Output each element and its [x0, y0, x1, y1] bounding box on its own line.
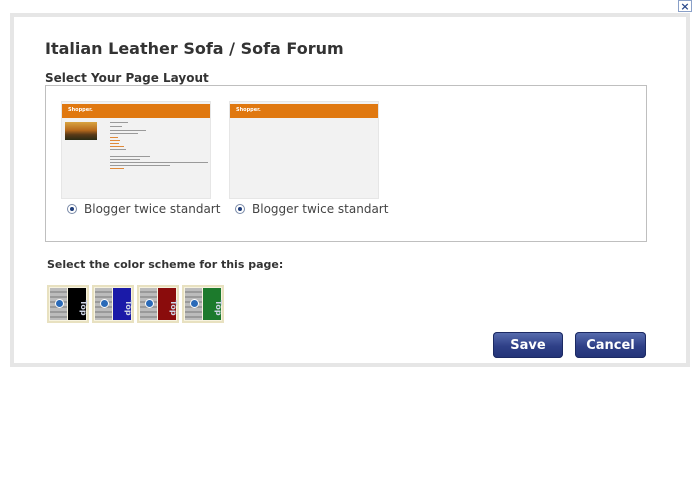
- swatch-circle-icon: [145, 299, 154, 308]
- swatch-tab-text: Top: [79, 300, 88, 316]
- page-title: Italian Leather Sofa / Sofa Forum: [45, 39, 344, 58]
- thumbnail-text-line: [110, 133, 138, 134]
- swatch-pattern: [140, 288, 157, 320]
- close-button[interactable]: ×: [678, 0, 692, 12]
- layout-radio-2[interactable]: [235, 204, 245, 214]
- thumbnail-link-line: [110, 137, 118, 138]
- color-scheme-blue[interactable]: Top: [92, 285, 134, 323]
- swatch-circle-icon: [100, 299, 109, 308]
- swatch-color: Top: [113, 288, 133, 320]
- swatch-circle-icon: [55, 299, 64, 308]
- layout-heading: Select Your Page Layout: [45, 71, 209, 85]
- swatch-tab-text: Top: [124, 300, 133, 316]
- swatch-color: Top: [68, 288, 88, 320]
- thumbnail-link-line: [110, 143, 119, 144]
- color-scheme-black[interactable]: Top: [47, 285, 89, 323]
- thumbnail-logo: Shopper.: [236, 107, 261, 113]
- layout-thumbnail-2[interactable]: Shopper.: [229, 101, 379, 199]
- layout-radio-row-2[interactable]: Blogger twice standart: [235, 202, 388, 216]
- color-scheme-red[interactable]: Top: [137, 285, 179, 323]
- swatch-color: Top: [203, 288, 223, 320]
- thumbnail-text-line: [110, 165, 170, 166]
- swatch-tab-text: Top: [214, 300, 223, 316]
- thumbnail-link-line: [110, 168, 124, 169]
- color-scheme-heading: Select the color scheme for this page:: [47, 258, 284, 271]
- thumbnail-text-line: [110, 130, 146, 131]
- swatch-circle-icon: [190, 299, 199, 308]
- thumbnail-text-line: [110, 122, 128, 123]
- layout-radio-row-1[interactable]: Blogger twice standart: [67, 202, 220, 216]
- thumbnail-header-bar: Shopper.: [230, 104, 378, 118]
- thumbnail-text-line: [110, 162, 208, 163]
- swatch-pattern: [50, 288, 67, 320]
- layout-thumbnail-1[interactable]: Shopper.: [61, 101, 211, 199]
- thumbnail-link-line: [110, 140, 120, 141]
- layout-dialog: Italian Leather Sofa / Sofa Forum Select…: [10, 13, 690, 367]
- layout-radio-1[interactable]: [67, 204, 77, 214]
- thumbnail-image: [65, 122, 97, 140]
- color-scheme-list: Top Top Top Top: [47, 285, 227, 323]
- swatch-pattern: [95, 288, 112, 320]
- swatch-tab-text: Top: [169, 300, 178, 316]
- thumbnail-link-line: [110, 146, 124, 147]
- thumbnail-text-line: [110, 156, 150, 157]
- close-icon: ×: [680, 0, 690, 13]
- dialog-body: Italian Leather Sofa / Sofa Forum Select…: [14, 17, 686, 363]
- thumbnail-text-line: [110, 126, 122, 127]
- layout-label-2: Blogger twice standart: [252, 202, 389, 216]
- save-button[interactable]: Save: [493, 332, 563, 358]
- cancel-button[interactable]: Cancel: [575, 332, 646, 358]
- swatch-color: Top: [158, 288, 178, 320]
- layout-option-1[interactable]: Shopper. Blogger twice standart: [61, 101, 221, 231]
- layout-option-2[interactable]: Shopper. Blogger twice standart: [229, 101, 389, 231]
- thumbnail-header-bar: Shopper.: [62, 104, 210, 118]
- swatch-pattern: [185, 288, 202, 320]
- layout-label-1: Blogger twice standart: [84, 202, 221, 216]
- color-scheme-green[interactable]: Top: [182, 285, 224, 323]
- thumbnail-logo: Shopper.: [68, 107, 93, 113]
- thumbnail-text-line: [110, 159, 140, 160]
- thumbnail-text-line: [110, 149, 126, 150]
- layout-options-box: Shopper. Blogger twice standart Shopper.…: [45, 85, 647, 242]
